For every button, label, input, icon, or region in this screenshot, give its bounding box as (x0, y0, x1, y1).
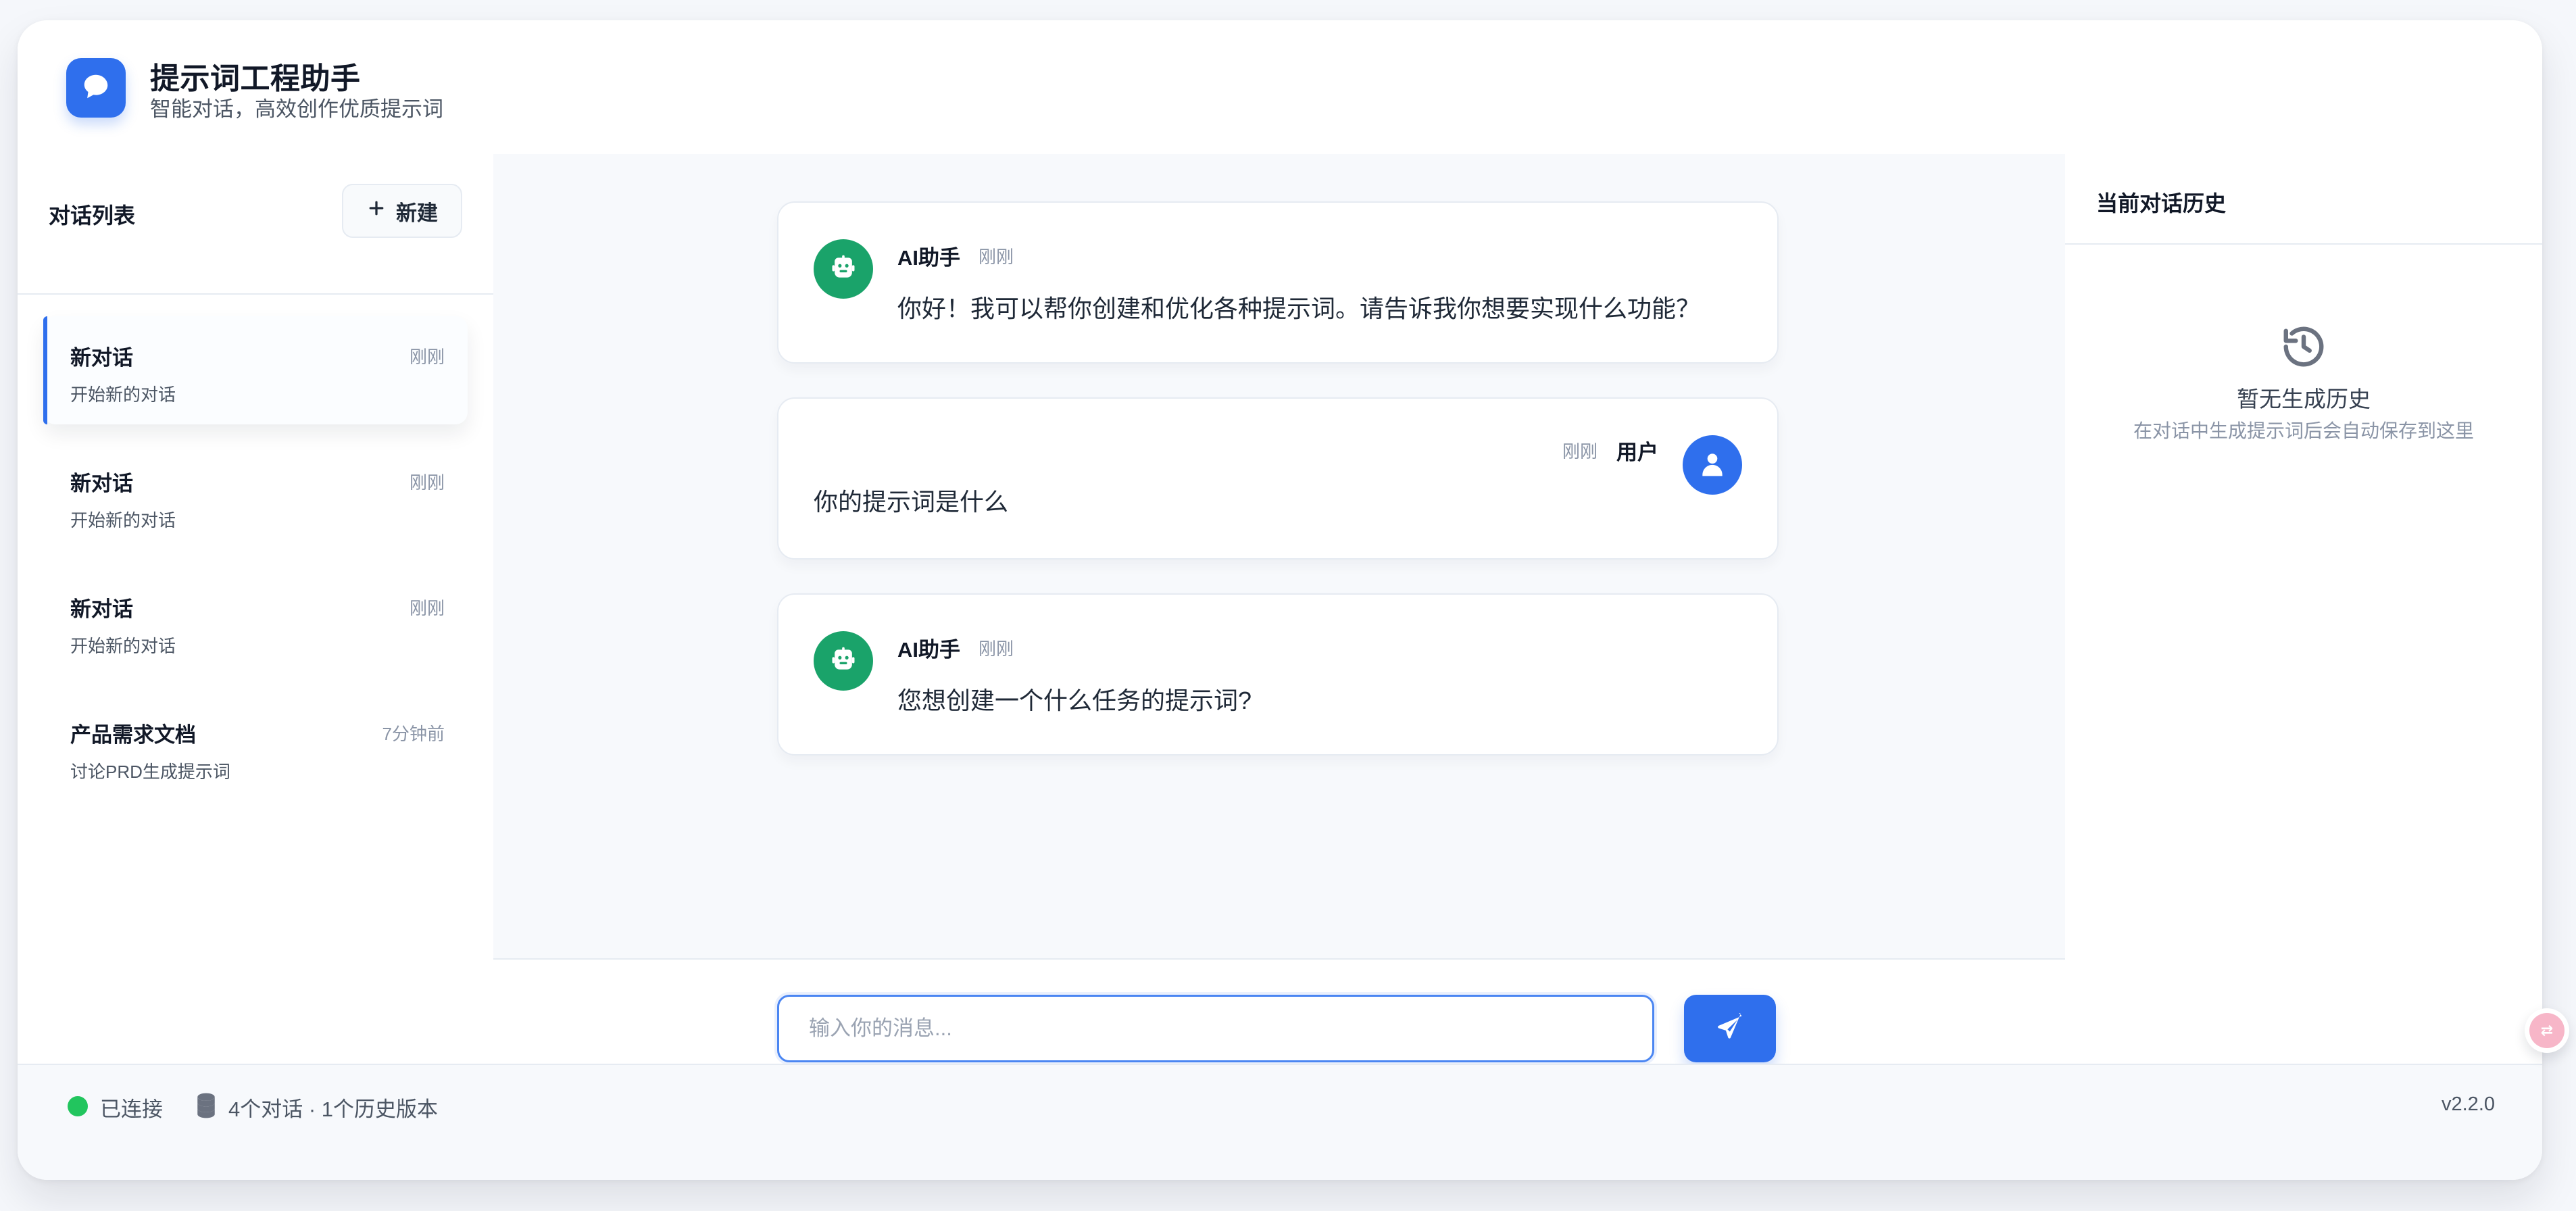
conversation-title: 新对话 (70, 597, 133, 621)
database-icon (195, 1092, 218, 1119)
message-sender: 用户 (1616, 441, 1658, 464)
app-subtitle: 智能对话，高效创作优质提示词 (150, 97, 443, 121)
message-text: 你好！我可以帮你创建和优化各种提示词。请告诉我你想要实现什么功能？ (897, 295, 1701, 322)
empty-history-title: 暂无生成历史 (2237, 387, 2371, 412)
app-window: 提示词工程助手 智能对话，高效创作优质提示词 对话列表 新建 新对话 刚刚 开始… (18, 20, 2542, 1180)
message-time: 刚刚 (979, 639, 1014, 659)
conversation-sidebar: 对话列表 新建 新对话 刚刚 开始新的对话 新对话 刚刚 开始新的对话 新对话 … (18, 154, 495, 1064)
message-card-ai: AI助手 刚刚 你好！我可以帮你创建和优化各种提示词。请告诉我你想要实现什么功能… (777, 201, 1779, 364)
message-text: 你的提示词是什么 (814, 488, 1009, 516)
status-footer: 已连接 4个对话 · 1个历史版本 v2.2.0 (18, 1064, 2542, 1180)
message-sender: AI助手 (897, 638, 960, 662)
message-time: 刚刚 (979, 247, 1014, 267)
conversation-item-active[interactable]: 新对话 刚刚 开始新的对话 (43, 316, 468, 424)
connection-status: 已连接 (100, 1097, 163, 1121)
send-button[interactable] (1684, 995, 1776, 1062)
conversation-item[interactable]: 新对话 刚刚 开始新的对话 (43, 568, 468, 676)
app-title: 提示词工程助手 (150, 62, 361, 95)
plus-icon (366, 198, 387, 224)
chat-area: AI助手 刚刚 你好！我可以帮你创建和优化各种提示词。请告诉我你想要实现什么功能… (493, 154, 2065, 1064)
conversation-time: 刚刚 (409, 347, 445, 367)
new-conversation-button[interactable]: 新建 (342, 184, 462, 238)
conversation-item[interactable]: 新对话 刚刚 开始新的对话 (43, 442, 468, 550)
connection-status-dot (68, 1096, 88, 1116)
conversation-time: 刚刚 (409, 598, 445, 618)
message-card-ai: AI助手 刚刚 您想创建一个什么任务的提示词? (777, 593, 1779, 756)
conversation-description: 开始新的对话 (70, 385, 176, 405)
conversation-description: 开始新的对话 (70, 636, 176, 656)
conversation-description: 讨论PRD生成提示词 (70, 762, 230, 782)
conversation-title: 新对话 (70, 346, 133, 370)
conversation-stats: 4个对话 · 1个历史版本 (228, 1097, 439, 1121)
history-panel-header: 当前对话历史 (2065, 154, 2542, 245)
user-avatar (1683, 435, 1742, 495)
translate-floating-button[interactable]: ⇄ (2525, 1008, 2569, 1053)
conversation-title: 产品需求文档 (70, 723, 196, 747)
conversation-description: 开始新的对话 (70, 510, 176, 530)
ai-avatar (814, 631, 873, 691)
sidebar-header: 对话列表 新建 (18, 154, 493, 295)
app-version: v2.2.0 (2442, 1093, 2495, 1115)
chat-bubble-icon (80, 71, 112, 105)
conversation-item[interactable]: 产品需求文档 7分钟前 讨论PRD生成提示词 (43, 693, 468, 801)
history-panel-title: 当前对话历史 (2096, 191, 2227, 216)
message-time: 刚刚 (1562, 441, 1597, 462)
translate-icon: ⇄ (2529, 1013, 2565, 1048)
conversation-list: 新对话 刚刚 开始新的对话 新对话 刚刚 开始新的对话 新对话 刚刚 开始新的对… (18, 293, 493, 819)
history-icon (2280, 323, 2327, 370)
chat-messages: AI助手 刚刚 你好！我可以帮你创建和优化各种提示词。请告诉我你想要实现什么功能… (493, 154, 2065, 960)
robot-icon (828, 645, 858, 678)
message-input[interactable] (777, 995, 1654, 1062)
history-panel: 当前对话历史 暂无生成历史 在对话中生成提示词后会自动保存到这里 (2065, 154, 2542, 1064)
app-header: 提示词工程助手 智能对话，高效创作优质提示词 (18, 20, 2542, 155)
conversation-time: 7分钟前 (382, 724, 445, 744)
message-sender: AI助手 (897, 246, 960, 270)
message-card-user: 刚刚 用户 你的提示词是什么 (777, 397, 1779, 560)
conversation-time: 刚刚 (409, 472, 445, 493)
app-logo (66, 58, 126, 118)
new-button-label: 新建 (396, 201, 438, 225)
sidebar-title: 对话列表 (49, 203, 136, 228)
chat-input-bar (493, 958, 2065, 1064)
robot-icon (828, 253, 858, 286)
user-icon (1698, 449, 1727, 482)
empty-history-subtitle: 在对话中生成提示词后会自动保存到这里 (2133, 420, 2474, 441)
message-text: 您想创建一个什么任务的提示词? (897, 687, 1252, 714)
conversation-title: 新对话 (70, 472, 133, 495)
ai-avatar (814, 239, 873, 299)
paper-plane-icon (1715, 1012, 1745, 1045)
